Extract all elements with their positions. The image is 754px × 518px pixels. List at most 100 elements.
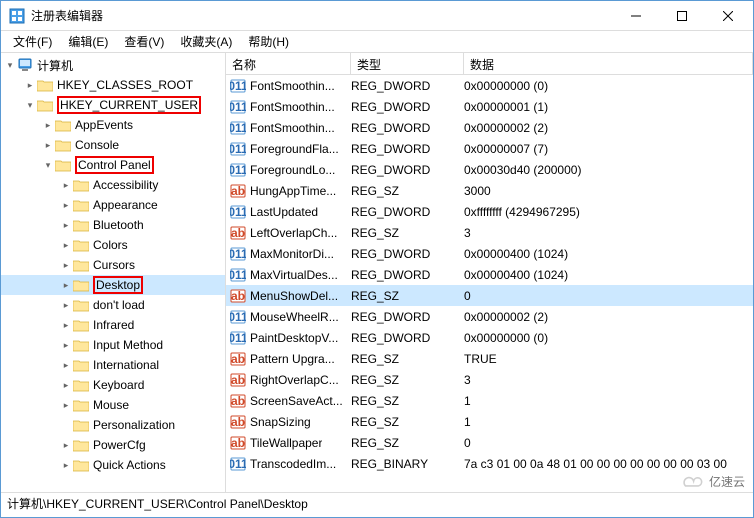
tree-item[interactable]: ▸Bluetooth xyxy=(1,215,225,235)
value-data: 3 xyxy=(464,226,753,240)
expander-icon[interactable]: ▸ xyxy=(59,255,73,275)
expander-icon[interactable]: ▸ xyxy=(59,175,73,195)
minimize-button[interactable] xyxy=(613,1,659,30)
tree-item[interactable]: ▸Mouse xyxy=(1,395,225,415)
value-data: 0x00000001 (1) xyxy=(464,100,753,114)
tree-item[interactable]: ▸don't load xyxy=(1,295,225,315)
tree-item[interactable]: ▸Accessibility xyxy=(1,175,225,195)
folder-icon xyxy=(73,359,89,372)
column-type[interactable]: 类型 xyxy=(351,53,464,74)
expander-icon[interactable]: ▾ xyxy=(23,95,37,115)
expander-icon[interactable]: ▸ xyxy=(59,275,73,295)
folder-icon xyxy=(73,459,89,472)
tree-item[interactable]: ▸Input Method xyxy=(1,335,225,355)
column-data[interactable]: 数据 xyxy=(464,53,753,74)
list-row[interactable]: 011FontSmoothin...REG_DWORD0x00000002 (2… xyxy=(226,117,753,138)
expander-icon[interactable]: ▸ xyxy=(59,315,73,335)
folder-icon xyxy=(73,399,89,412)
expander-icon[interactable]: ▸ xyxy=(41,115,55,135)
tree-item[interactable]: Personalization xyxy=(1,415,225,435)
menu-item[interactable]: 编辑(E) xyxy=(60,31,116,52)
menu-item[interactable]: 文件(F) xyxy=(5,31,60,52)
tree-item[interactable]: ▸Infrared xyxy=(1,315,225,335)
value-type: REG_DWORD xyxy=(351,331,464,345)
list-row[interactable]: 011FontSmoothin...REG_DWORD0x00000000 (0… xyxy=(226,75,753,96)
list-row[interactable]: 011TranscodedIm...REG_BINARY7a c3 01 00 … xyxy=(226,453,753,474)
expander-icon[interactable]: ▸ xyxy=(59,235,73,255)
expander-icon[interactable]: ▸ xyxy=(23,75,37,95)
expander-icon[interactable] xyxy=(59,415,73,435)
list-row[interactable]: 011MaxVirtualDes...REG_DWORD0x00000400 (… xyxy=(226,264,753,285)
binary-icon: 011 xyxy=(230,162,246,178)
value-type: REG_SZ xyxy=(351,289,464,303)
tree-item[interactable]: ▸Cursors xyxy=(1,255,225,275)
value-type: REG_SZ xyxy=(351,184,464,198)
tree-item[interactable]: ▾HKEY_CURRENT_USER xyxy=(1,95,225,115)
folder-icon xyxy=(73,339,89,352)
tree-item[interactable]: ▸International xyxy=(1,355,225,375)
binary-icon: 011 xyxy=(230,204,246,220)
tree-root[interactable]: ▾计算机 xyxy=(1,55,225,75)
expander-icon[interactable]: ▸ xyxy=(59,435,73,455)
value-name: RightOverlapC... xyxy=(250,373,339,387)
list-row[interactable]: 011PaintDesktopV...REG_DWORD0x00000000 (… xyxy=(226,327,753,348)
expander-icon[interactable]: ▸ xyxy=(59,215,73,235)
status-path: 计算机\HKEY_CURRENT_USER\Control Panel\Desk… xyxy=(7,495,308,512)
expander-icon[interactable]: ▸ xyxy=(59,335,73,355)
expander-icon[interactable]: ▸ xyxy=(59,375,73,395)
svg-text:011: 011 xyxy=(230,310,246,324)
tree-item[interactable]: ▸Appearance xyxy=(1,195,225,215)
tree-item[interactable]: ▸PowerCfg xyxy=(1,435,225,455)
list-row[interactable]: 011MouseWheelR...REG_DWORD0x00000002 (2) xyxy=(226,306,753,327)
tree-label: Quick Actions xyxy=(93,458,166,472)
expander-icon[interactable]: ▸ xyxy=(59,355,73,375)
tree-item[interactable]: ▸Console xyxy=(1,135,225,155)
tree-label: Desktop xyxy=(93,278,143,292)
tree-item[interactable]: ▸HKEY_CLASSES_ROOT xyxy=(1,75,225,95)
string-icon: ab xyxy=(230,435,246,451)
list-row[interactable]: abTileWallpaperREG_SZ0 xyxy=(226,432,753,453)
expander-icon[interactable]: ▸ xyxy=(59,195,73,215)
maximize-button[interactable] xyxy=(659,1,705,30)
value-type: REG_DWORD xyxy=(351,163,464,177)
value-data: 1 xyxy=(464,394,753,408)
tree-label: Keyboard xyxy=(93,378,144,392)
list-row[interactable]: 011FontSmoothin...REG_DWORD0x00000001 (1… xyxy=(226,96,753,117)
list-row[interactable]: 011ForegroundFla...REG_DWORD0x00000007 (… xyxy=(226,138,753,159)
menu-item[interactable]: 收藏夹(A) xyxy=(172,31,240,52)
list-row[interactable]: abPattern Upgra...REG_SZTRUE xyxy=(226,348,753,369)
value-name: FontSmoothin... xyxy=(250,100,335,114)
list-pane[interactable]: 名称 类型 数据 011FontSmoothin...REG_DWORD0x00… xyxy=(226,53,753,492)
tree-item[interactable]: ▸Colors xyxy=(1,235,225,255)
list-row[interactable]: abHungAppTime...REG_SZ3000 xyxy=(226,180,753,201)
tree-pane[interactable]: ▾计算机▸HKEY_CLASSES_ROOT▾HKEY_CURRENT_USER… xyxy=(1,53,226,492)
list-row[interactable]: 011MaxMonitorDi...REG_DWORD0x00000400 (1… xyxy=(226,243,753,264)
value-data: TRUE xyxy=(464,352,753,366)
svg-text:011: 011 xyxy=(230,457,246,471)
expander-icon[interactable]: ▸ xyxy=(41,135,55,155)
menu-item[interactable]: 帮助(H) xyxy=(240,31,297,52)
binary-icon: 011 xyxy=(230,99,246,115)
menu-item[interactable]: 查看(V) xyxy=(116,31,172,52)
list-row[interactable]: abScreenSaveAct...REG_SZ1 xyxy=(226,390,753,411)
list-row[interactable]: abLeftOverlapCh...REG_SZ3 xyxy=(226,222,753,243)
expander-icon[interactable]: ▸ xyxy=(59,455,73,475)
tree-item[interactable]: ▸ Keyboard xyxy=(1,375,225,395)
folder-icon xyxy=(73,419,89,432)
expander-icon[interactable]: ▸ xyxy=(59,395,73,415)
tree-item[interactable]: ▾Control Panel xyxy=(1,155,225,175)
value-type: REG_DWORD xyxy=(351,205,464,219)
expander-icon[interactable]: ▸ xyxy=(59,295,73,315)
list-row[interactable]: abMenuShowDel...REG_SZ0 xyxy=(226,285,753,306)
list-row[interactable]: abSnapSizingREG_SZ1 xyxy=(226,411,753,432)
tree-item[interactable]: ▸AppEvents xyxy=(1,115,225,135)
expander-icon[interactable]: ▾ xyxy=(41,155,55,175)
tree-item[interactable]: ▸ Quick Actions xyxy=(1,455,225,475)
close-button[interactable] xyxy=(705,1,751,30)
column-name[interactable]: 名称 xyxy=(226,53,351,74)
tree-item[interactable]: ▸ Desktop xyxy=(1,275,225,295)
list-row[interactable]: abRightOverlapC...REG_SZ3 xyxy=(226,369,753,390)
list-row[interactable]: 011ForegroundLo...REG_DWORD0x00030d40 (2… xyxy=(226,159,753,180)
list-row[interactable]: 011LastUpdatedREG_DWORD0xffffffff (42949… xyxy=(226,201,753,222)
expander-icon[interactable]: ▾ xyxy=(3,55,17,75)
